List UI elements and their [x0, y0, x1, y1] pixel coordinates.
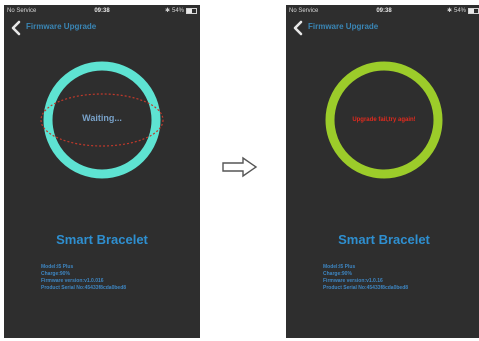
device-name: Smart Bracelet [338, 232, 430, 247]
phone-screen-failed: No Service 09:38 ✱ 54% Firmware Upgrade … [286, 5, 479, 338]
info-firmware: Firmware version:v1.0.016 [41, 278, 104, 284]
info-model: Model:I5 Plus [41, 264, 74, 270]
phone-screen-waiting: No Service 09:38 ✱ 54% Firmware Upgrade … [4, 5, 200, 338]
device-info: Model:I5 Plus Charge:90% Firmware versio… [323, 264, 408, 292]
info-firmware: Firmware version:v1.0.16 [323, 278, 383, 284]
info-charge: Charge:90% [323, 271, 352, 277]
right-arrow-icon [222, 156, 258, 178]
device-info: Model:I5 Plus Charge:90% Firmware versio… [41, 264, 126, 292]
upgrade-status-text: Waiting... [82, 113, 122, 123]
info-model: Model:I5 Plus [323, 264, 356, 270]
info-serial: Product Serial No:45433f8cda0bed8 [323, 285, 409, 291]
upgrade-status-text: Upgrade fail,try again! [352, 117, 416, 123]
info-charge: Charge:90% [41, 271, 70, 277]
device-name: Smart Bracelet [56, 232, 148, 247]
info-serial: Product Serial No:45433f8cda0bed8 [41, 285, 127, 291]
